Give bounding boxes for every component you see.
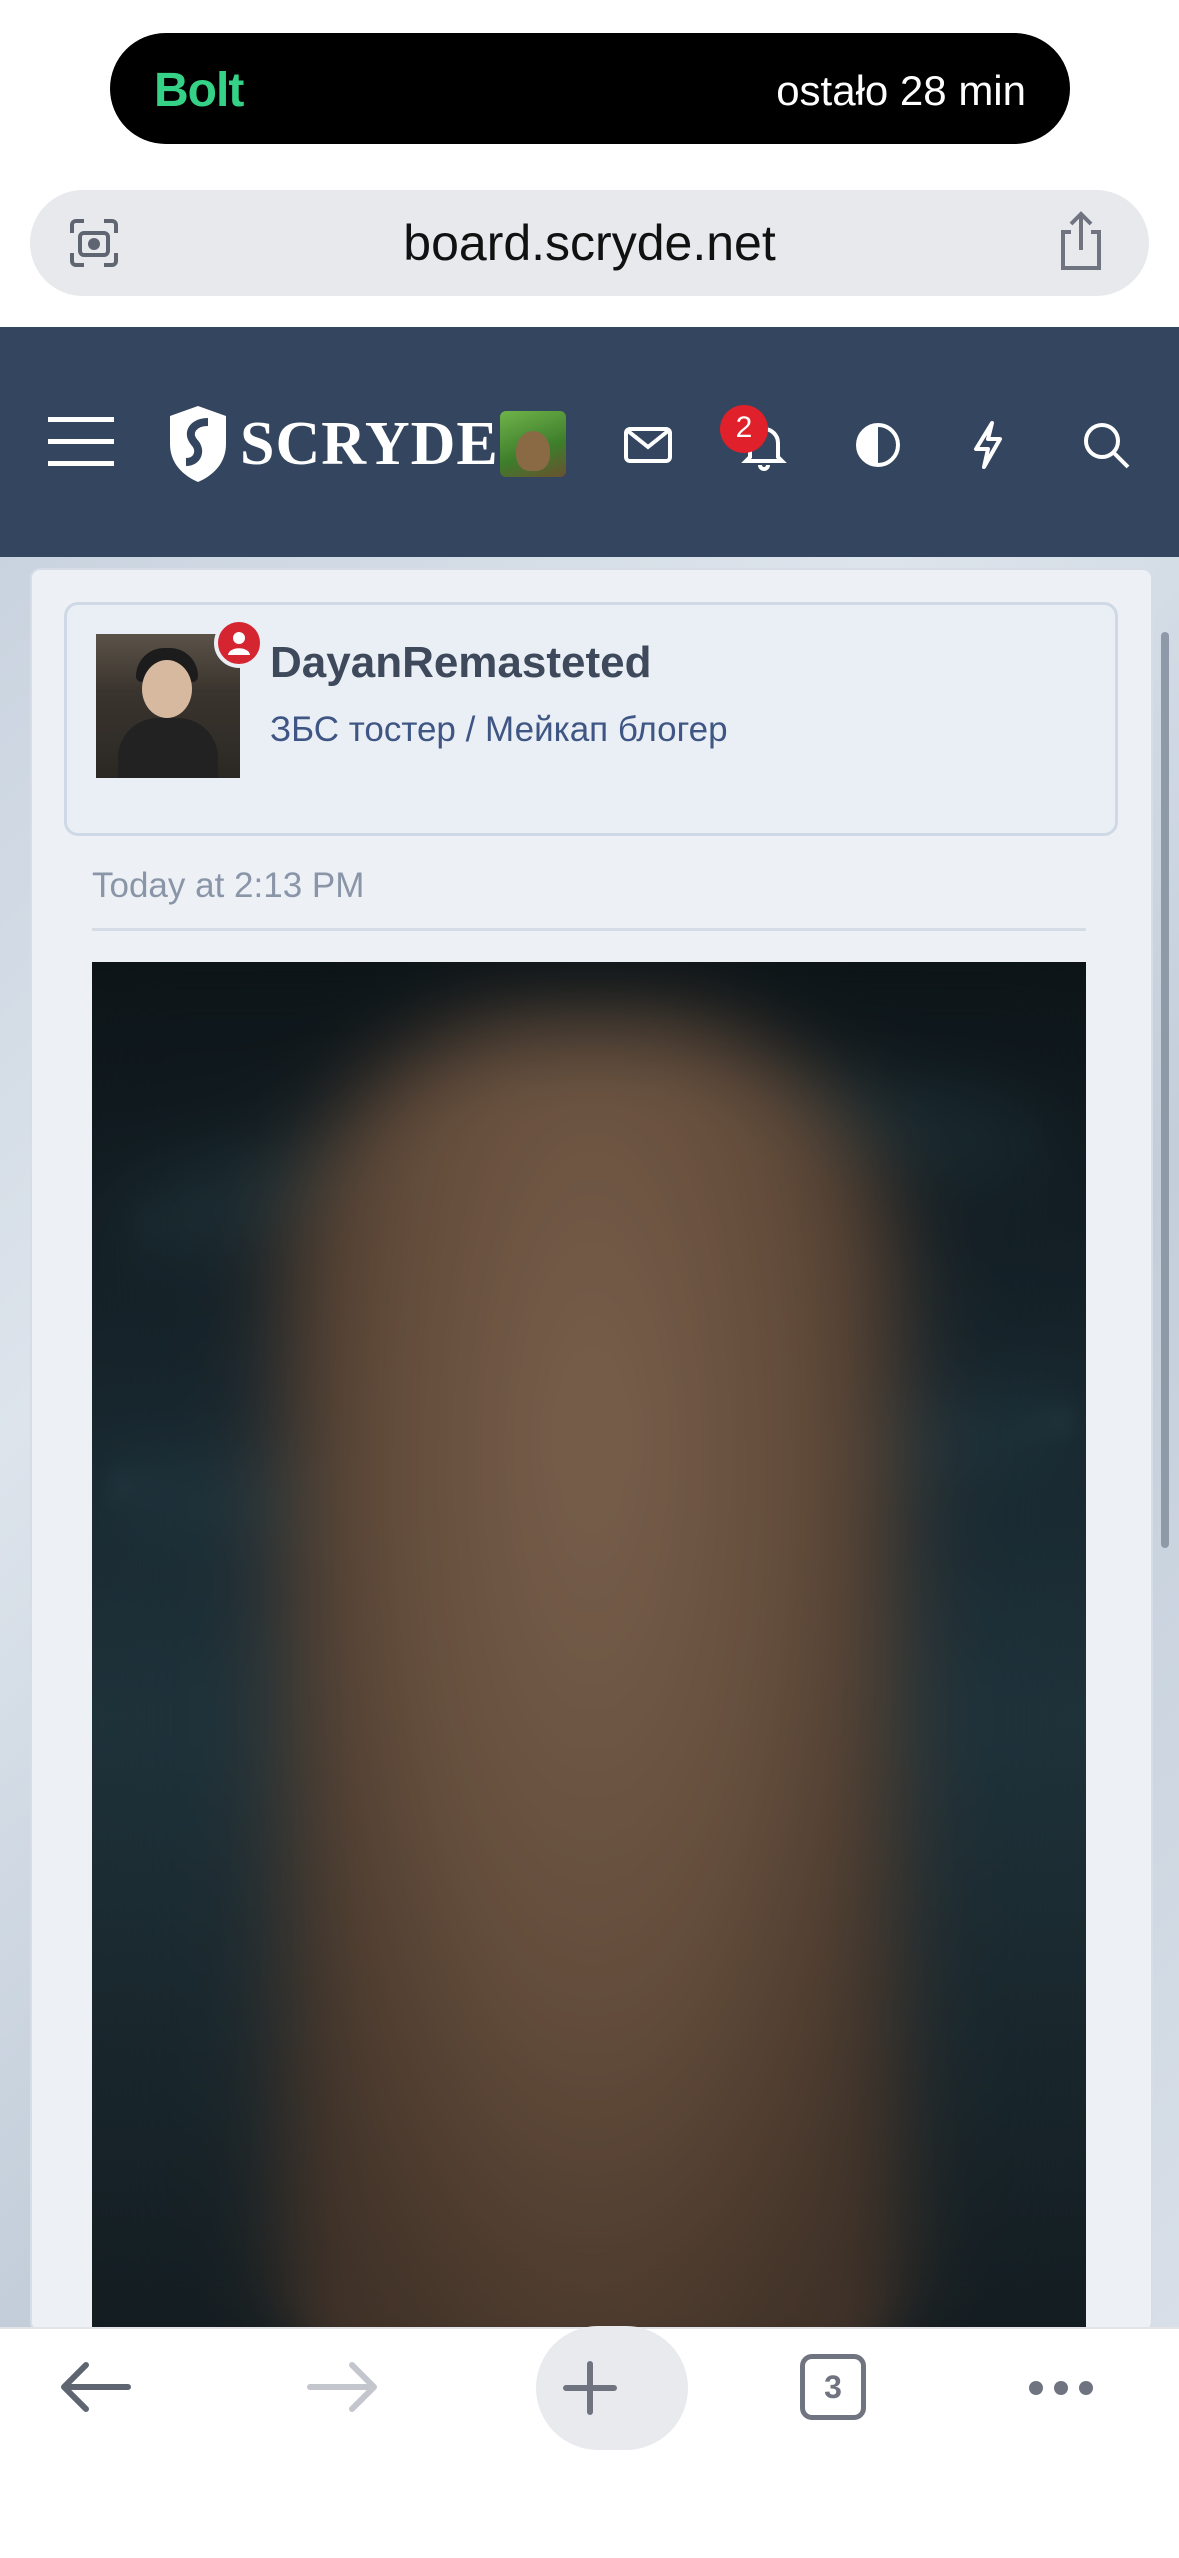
post-divider: [92, 928, 1086, 931]
theme-toggle-icon[interactable]: [852, 419, 904, 471]
search-icon[interactable]: [1080, 419, 1132, 471]
user-avatar[interactable]: [500, 411, 566, 477]
online-status-icon: [214, 618, 264, 668]
address-bar[interactable]: board.scryde.net: [30, 190, 1149, 296]
lightning-icon[interactable]: [962, 419, 1014, 471]
post-image[interactable]: [92, 962, 1086, 2332]
mail-icon[interactable]: [622, 419, 674, 471]
notification-badge: 2: [720, 405, 768, 453]
back-icon[interactable]: [58, 2360, 132, 2414]
live-activity-status: ostało 28 min: [776, 67, 1026, 114]
author-title: ЗБС тостер / Мейкап блогер: [270, 710, 728, 749]
url-text[interactable]: board.scryde.net: [30, 214, 1149, 272]
tab-switcher-button[interactable]: 3: [800, 2354, 866, 2420]
forward-icon[interactable]: [306, 2360, 380, 2414]
post-timestamp[interactable]: Today at 2:13 PM: [92, 866, 364, 906]
site-logo[interactable]: SCRYDE: [168, 399, 499, 489]
plus-icon[interactable]: [562, 2360, 618, 2416]
menu-icon[interactable]: [48, 413, 114, 469]
shield-logo-icon: [170, 406, 226, 482]
logo-text: SCRYDE: [240, 409, 499, 478]
live-activity-app: Bolt: [154, 64, 244, 117]
live-activity[interactable]: Bolt ostało 28 min: [110, 33, 1070, 144]
author-name[interactable]: DayanRemasteted: [270, 638, 652, 688]
site-header: SCRYDE 2: [0, 327, 1179, 557]
page-scrollbar[interactable]: [1161, 632, 1169, 1548]
share-icon[interactable]: [1053, 210, 1109, 274]
more-icon[interactable]: [1026, 2378, 1096, 2398]
